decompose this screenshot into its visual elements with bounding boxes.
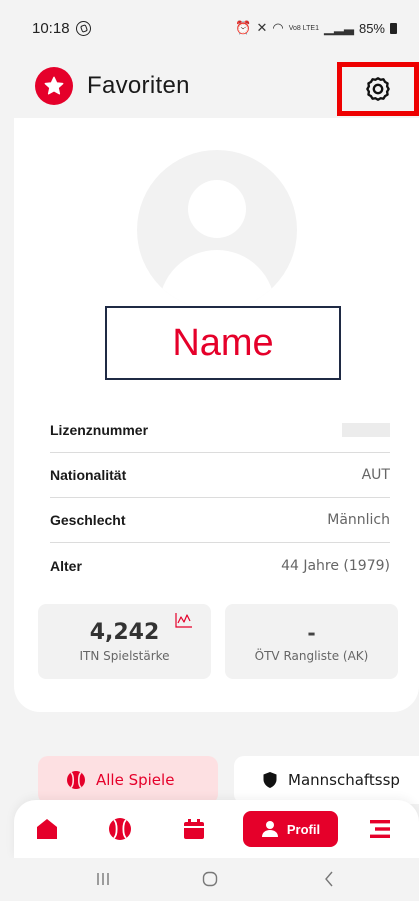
- license-number-redacted: [342, 423, 390, 437]
- info-label: Nationalität: [50, 467, 127, 483]
- page-title: Favoriten: [87, 72, 190, 99]
- signal-icon: ▁▂▃: [323, 20, 354, 35]
- info-label: Lizenznummer: [50, 422, 149, 438]
- whatsapp-icon: [75, 20, 91, 36]
- info-value: Männlich: [327, 512, 390, 528]
- oetv-value: -: [307, 620, 316, 645]
- team-games-chip[interactable]: Mannschaftssp: [234, 756, 419, 804]
- tennis-ball-icon: [67, 771, 85, 789]
- home-system-button[interactable]: [199, 868, 221, 890]
- nav-home[interactable]: [33, 816, 61, 842]
- player-name: Name: [172, 321, 274, 364]
- wifi-icon: ◠: [272, 20, 284, 35]
- back-system-button[interactable]: [318, 868, 340, 890]
- all-games-chip[interactable]: Alle Spiele: [38, 756, 218, 804]
- all-games-label: Alle Spiele: [96, 771, 175, 789]
- battery-percent: 85%: [358, 20, 385, 36]
- tennis-ball-icon: [109, 818, 131, 840]
- nav-menu[interactable]: [366, 816, 394, 842]
- status-right: ⏰ ✕ ◠ Vo8 LTE1 ▁▂▃ 85%: [235, 20, 397, 36]
- network-type: Vo8 LTE1: [288, 24, 319, 32]
- alarm-icon: ⏰: [235, 20, 252, 35]
- system-nav-bar: [0, 858, 419, 901]
- settings-button[interactable]: [337, 62, 419, 116]
- avatar-body: [159, 250, 275, 310]
- app-header: Favoriten: [0, 56, 419, 116]
- name-label-box: Name: [105, 306, 341, 380]
- gear-icon: [366, 77, 390, 101]
- avatar: [137, 150, 297, 310]
- chart-icon[interactable]: [175, 612, 193, 628]
- status-time: 10:18: [32, 19, 70, 37]
- info-row-license: Lizenznummer: [50, 408, 390, 453]
- info-value: AUT: [361, 467, 390, 483]
- itn-stat-card[interactable]: 4,242 ITN Spielstärke: [38, 604, 211, 679]
- bottom-nav: Profil: [14, 800, 419, 858]
- info-label: Geschlecht: [50, 512, 126, 528]
- info-row-nationality: Nationalität AUT: [50, 453, 390, 498]
- oetv-stat-card[interactable]: - ÖTV Rangliste (AK): [225, 604, 398, 679]
- info-list: Lizenznummer Nationalität AUT Geschlecht…: [50, 408, 390, 588]
- home-circle-icon: [202, 871, 218, 887]
- shield-icon: [263, 772, 277, 788]
- nav-matches[interactable]: [106, 816, 134, 842]
- nav-profile[interactable]: Profil: [243, 811, 338, 847]
- avatar-head: [188, 180, 246, 238]
- recent-apps-button[interactable]: [92, 868, 114, 890]
- status-bar: 10:18 ⏰ ✕ ◠ Vo8 LTE1 ▁▂▃ 85%: [0, 0, 419, 56]
- user-icon: [261, 821, 278, 837]
- nav-calendar[interactable]: [180, 816, 208, 842]
- itn-label: ITN Spielstärke: [79, 649, 170, 663]
- status-left: 10:18: [32, 20, 91, 37]
- info-label: Alter: [50, 557, 82, 574]
- battery-icon: [390, 22, 397, 34]
- back-chevron-icon: [325, 871, 333, 887]
- mute-icon: ✕: [256, 20, 268, 35]
- home-icon: [37, 819, 57, 839]
- team-games-label: Mannschaftssp: [288, 771, 400, 789]
- recent-apps-icon: [97, 873, 109, 885]
- nav-profile-label: Profil: [286, 821, 321, 837]
- info-row-gender: Geschlecht Männlich: [50, 498, 390, 543]
- oetv-label: ÖTV Rangliste (AK): [254, 648, 369, 663]
- profile-card: Name Lizenznummer Nationalität AUT Gesch…: [14, 118, 419, 712]
- calendar-icon: [184, 819, 204, 839]
- info-value: 44 Jahre (1979): [281, 557, 390, 574]
- star-icon[interactable]: [35, 67, 73, 105]
- itn-value: 4,242: [89, 620, 160, 645]
- info-row-age: Alter 44 Jahre (1979): [50, 543, 390, 588]
- menu-icon: [370, 820, 390, 838]
